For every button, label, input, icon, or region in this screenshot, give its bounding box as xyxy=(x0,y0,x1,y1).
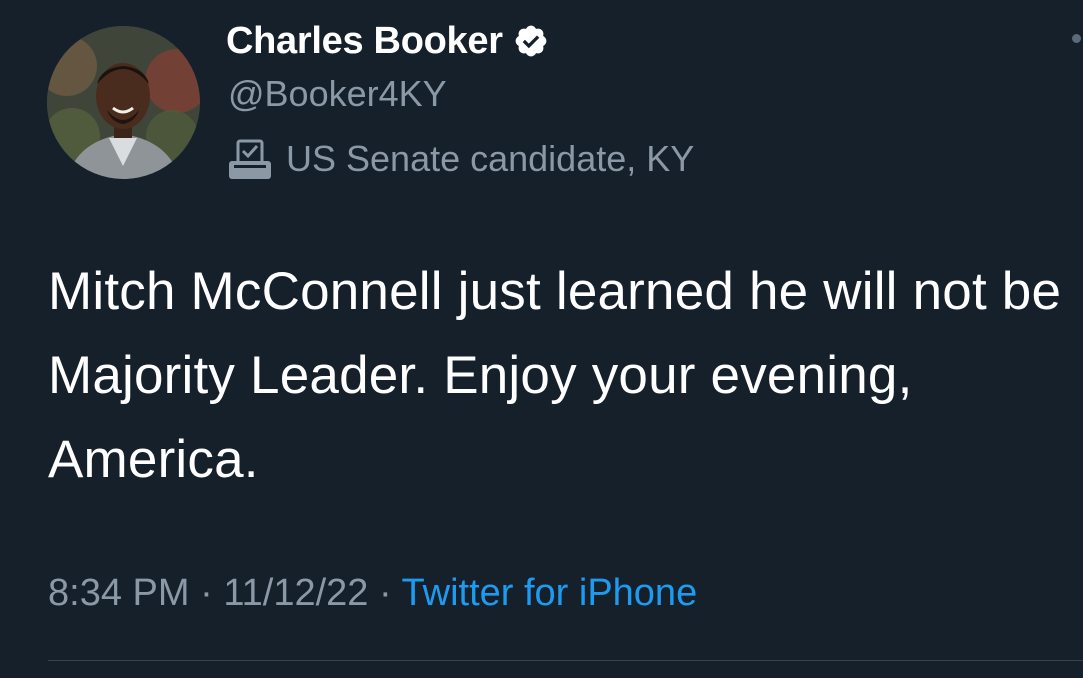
meta-separator: · xyxy=(378,572,402,614)
tweet-source-link[interactable]: Twitter for iPhone xyxy=(402,572,698,614)
tweet-time[interactable]: 8:34 PM xyxy=(48,572,190,614)
tweet-metadata: 8:34 PM · 11/12/22 · Twitter for iPhone xyxy=(48,572,697,615)
avatar[interactable] xyxy=(47,26,200,179)
author-display-name[interactable]: Charles Booker xyxy=(226,20,503,63)
tweet-date[interactable]: 11/12/22 xyxy=(223,572,368,614)
meta-separator: · xyxy=(200,572,224,614)
more-options-icon[interactable] xyxy=(1072,34,1081,43)
author-name-row[interactable]: Charles Booker xyxy=(226,18,549,64)
author-handle[interactable]: @Booker4KY xyxy=(228,73,447,115)
tweet-detail: Charles Booker @Booker4KY US Senate cand… xyxy=(0,0,1083,678)
avatar-photo xyxy=(47,26,200,179)
ballot-box-icon xyxy=(226,135,274,183)
author-label: US Senate candidate, KY xyxy=(226,135,694,183)
tweet-text: Mitch McConnell just learned he will not… xyxy=(48,262,1062,489)
divider xyxy=(48,660,1083,661)
author-label-text[interactable]: US Senate candidate, KY xyxy=(286,138,694,180)
verified-badge-icon xyxy=(513,23,549,59)
